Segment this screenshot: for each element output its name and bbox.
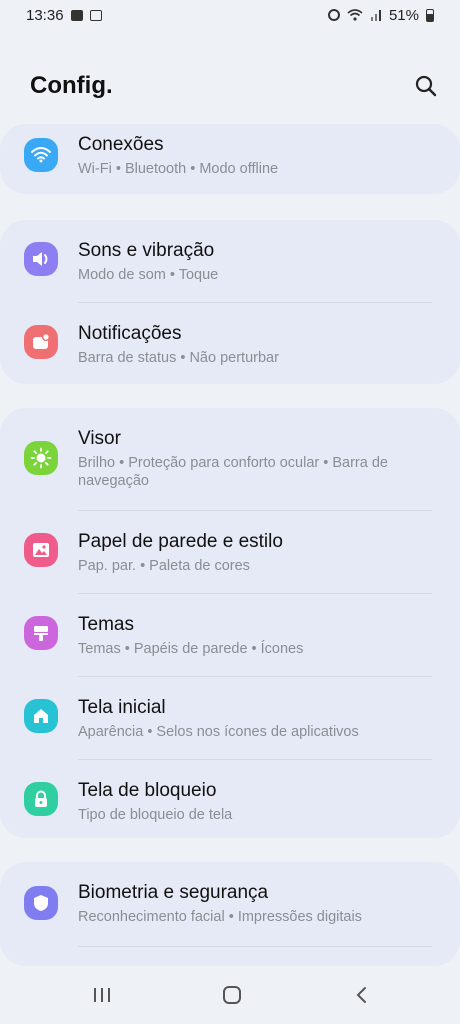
brush-icon <box>24 616 58 650</box>
settings-item-conexoes[interactable]: Conexões Wi-Fi • Bluetooth • Modo offlin… <box>0 124 460 194</box>
item-label: Visor <box>78 428 121 449</box>
shield-icon <box>24 886 58 920</box>
item-subtitle: Tipo de bloqueio de tela <box>78 807 233 823</box>
item-label: Tela inicial <box>78 697 166 718</box>
alarm-icon <box>327 9 340 21</box>
sun-icon <box>24 441 58 475</box>
settings-item-sons[interactable]: Sons e vibração Modo de som • Toque <box>0 220 460 302</box>
settings-group-security: Biometria e segurança Reconhecimento fac… <box>0 862 460 966</box>
navigation-bar <box>0 966 460 1024</box>
speaker-icon <box>24 242 58 276</box>
item-label: Papel de parede e estilo <box>78 531 283 552</box>
settings-group-sound: Sons e vibração Modo de som • Toque Noti… <box>0 220 460 384</box>
item-subtitle: Temas • Papéis de parede • Ícones <box>78 641 304 657</box>
settings-group-display: Visor Brilho • Proteção para conforto oc… <box>0 408 460 838</box>
page-title: Config. <box>30 72 113 99</box>
back-icon <box>356 987 366 1003</box>
item-label: Conexões <box>78 134 164 155</box>
item-subtitle: Wi-Fi • Bluetooth • Modo offline <box>78 161 279 177</box>
home-button[interactable] <box>218 982 246 1008</box>
item-label: Sons e vibração <box>78 240 215 261</box>
item-subtitle: Modo de som • Toque <box>78 267 219 283</box>
item-subtitle: Pap. par. • Paleta de cores <box>78 558 250 574</box>
wifi-status-icon <box>347 9 363 21</box>
item-subtitle: Barra de status • Não perturbar <box>78 350 279 366</box>
image-icon <box>24 533 58 567</box>
settings-group-connections: Conexões Wi-Fi • Bluetooth • Modo offlin… <box>0 124 460 194</box>
video-icon <box>70 9 83 21</box>
status-time: 13:36 <box>26 6 64 24</box>
item-subtitle: Aparência • Selos nos ícones de aplicati… <box>78 724 359 740</box>
search-icon <box>415 75 437 97</box>
settings-item-visor[interactable]: Visor Brilho • Proteção para conforto oc… <box>0 408 460 510</box>
search-button[interactable] <box>412 72 440 100</box>
home-button-icon <box>223 986 241 1004</box>
signal-icon <box>370 10 381 21</box>
settings-item-tela-bloqueio[interactable]: Tela de bloqueio Tipo de bloqueio de tel… <box>0 760 460 838</box>
divider <box>78 946 432 947</box>
battery-percent: 51% <box>388 6 419 24</box>
back-button[interactable] <box>348 982 376 1008</box>
settings-item-biometria[interactable]: Biometria e segurança Reconhecimento fac… <box>0 862 460 946</box>
item-subtitle: Reconhecimento facial • Impressões digit… <box>78 909 362 925</box>
wifi-icon <box>24 138 58 172</box>
settings-item-tela-inicial[interactable]: Tela inicial Aparência • Selos nos ícone… <box>0 677 460 759</box>
battery-icon <box>426 8 434 22</box>
settings-item-temas[interactable]: Temas Temas • Papéis de parede • Ícones <box>0 594 460 676</box>
header: Config. <box>0 66 460 110</box>
notification-icon <box>24 325 58 359</box>
status-bar: 13:36 51% <box>0 0 460 30</box>
recents-button[interactable] <box>88 982 116 1008</box>
settings-item-papel[interactable]: Papel de parede e estilo Pap. par. • Pal… <box>0 511 460 593</box>
lock-icon <box>24 782 58 816</box>
item-label: Notificações <box>78 323 182 344</box>
item-label: Tela de bloqueio <box>78 780 217 801</box>
item-label: Biometria e segurança <box>78 882 269 903</box>
settings-item-notificacoes[interactable]: Notificações Barra de status • Não pertu… <box>0 303 460 384</box>
recents-icon <box>94 988 110 1002</box>
screen-record-icon <box>89 9 102 21</box>
home-icon <box>24 699 58 733</box>
item-label: Temas <box>78 614 134 635</box>
item-subtitle: Brilho • Proteção para conforto ocular •… <box>78 455 388 489</box>
